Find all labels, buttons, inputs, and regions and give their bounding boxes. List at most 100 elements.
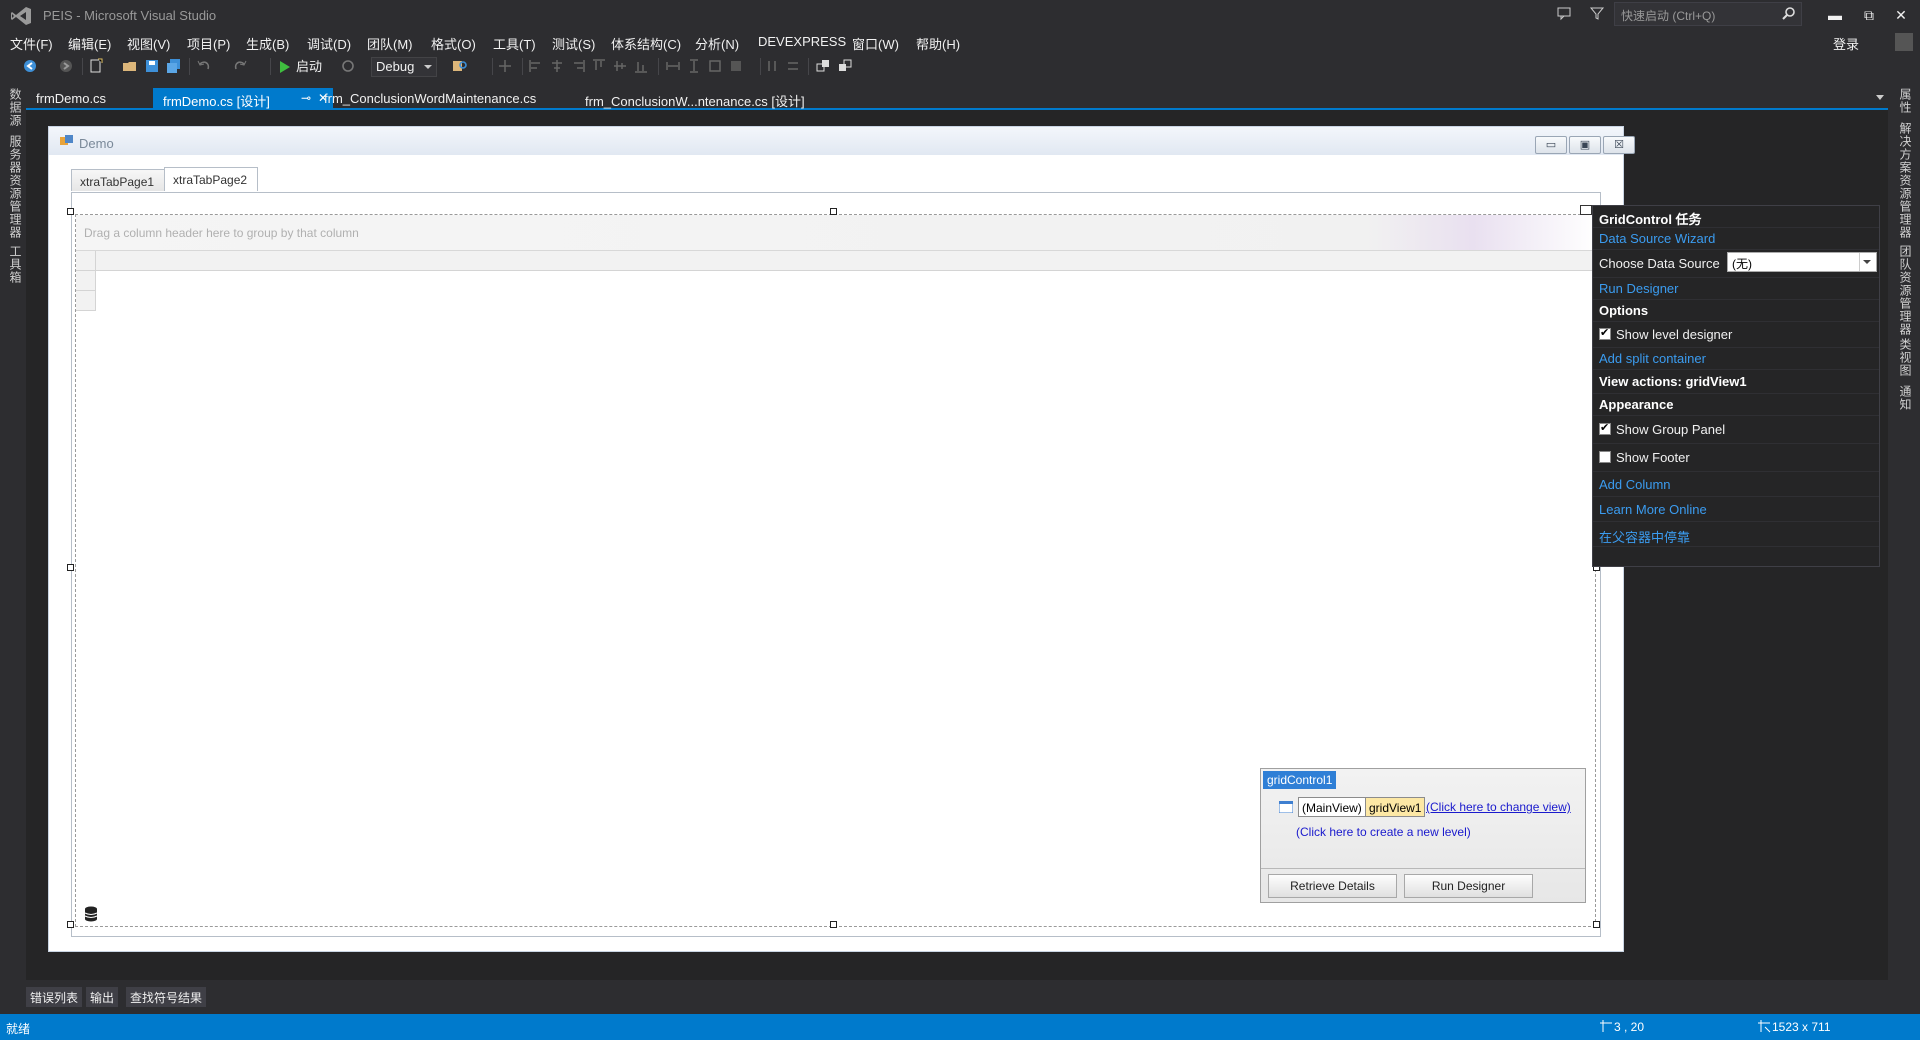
data-source-select[interactable]: (无) bbox=[1727, 252, 1877, 272]
tab-properties[interactable]: 属性 bbox=[1897, 88, 1914, 114]
menu-help[interactable]: 帮助(H) bbox=[916, 34, 960, 53]
menu-debug[interactable]: 调试(D) bbox=[307, 34, 351, 53]
filter-icon[interactable] bbox=[1589, 5, 1605, 21]
forward-icon[interactable] bbox=[58, 58, 74, 74]
form-maximize-button[interactable]: ▣ bbox=[1569, 136, 1601, 154]
align-rights-icon[interactable] bbox=[570, 58, 586, 74]
data-source-wizard-link[interactable]: Data Source Wizard bbox=[1593, 228, 1879, 250]
menu-devexpress[interactable]: DEVEXPRESS bbox=[758, 34, 846, 49]
smart-tag-glyph[interactable] bbox=[1580, 205, 1592, 215]
doc-tab-frmdemo-cs[interactable]: frmDemo.cs bbox=[26, 88, 116, 109]
show-group-panel-option[interactable]: Show Group Panel bbox=[1593, 416, 1879, 444]
doc-tab-frmdemo-designer[interactable]: frmDemo.cs [设计] ⊸ ✕ bbox=[153, 88, 333, 109]
form-minimize-button[interactable]: ▭ bbox=[1535, 136, 1567, 154]
pin-icon[interactable]: ⊸ bbox=[301, 91, 311, 105]
menu-edit[interactable]: 编辑(E) bbox=[68, 34, 111, 53]
new-project-icon[interactable] bbox=[88, 58, 104, 74]
menu-tools[interactable]: 工具(T) bbox=[493, 34, 536, 53]
align-middles-icon[interactable] bbox=[612, 58, 628, 74]
run-designer-button[interactable]: Run Designer bbox=[1404, 874, 1533, 898]
tab-overflow-chevron-icon[interactable] bbox=[1876, 95, 1884, 100]
menu-analyze[interactable]: 分析(N) bbox=[695, 34, 739, 53]
send-to-back-icon[interactable] bbox=[837, 58, 853, 74]
bring-to-front-icon[interactable] bbox=[815, 58, 831, 74]
resize-handle[interactable] bbox=[830, 921, 837, 928]
show-footer-option[interactable]: Show Footer bbox=[1593, 444, 1879, 472]
align-bottoms-icon[interactable] bbox=[633, 58, 649, 74]
align-lefts-icon[interactable] bbox=[528, 58, 544, 74]
search-icon[interactable] bbox=[1781, 6, 1797, 22]
doc-tab-conclusion-cs[interactable]: frm_ConclusionWordMaintenance.cs bbox=[314, 88, 546, 109]
show-group-panel-checkbox[interactable] bbox=[1599, 421, 1611, 435]
tab-error-list[interactable]: 错误列表 bbox=[26, 987, 83, 1007]
level-designer-title[interactable]: gridControl1 bbox=[1263, 771, 1337, 789]
tab-toolbox[interactable]: 工具箱 bbox=[7, 245, 24, 284]
make-same-height-icon[interactable] bbox=[686, 58, 702, 74]
learn-more-online-link[interactable]: Learn More Online bbox=[1593, 497, 1879, 522]
dock-in-parent-link[interactable]: 在父容器中停靠 bbox=[1593, 522, 1879, 547]
show-level-designer-option[interactable]: Show level designer bbox=[1593, 322, 1879, 348]
tab-server-explorer[interactable]: 服务器资源管理器 bbox=[7, 135, 24, 239]
menu-view[interactable]: 视图(V) bbox=[127, 34, 170, 53]
make-same-size-icon[interactable] bbox=[728, 58, 744, 74]
tab-notifications[interactable]: 通知 bbox=[1897, 385, 1914, 411]
resize-handle[interactable] bbox=[830, 208, 837, 215]
tab-find-symbol-results[interactable]: 查找符号结果 bbox=[126, 987, 207, 1007]
doc-tab-conclusion-designer[interactable]: frm_ConclusionW...ntenance.cs [设计] bbox=[575, 88, 815, 109]
vertical-spacing-icon[interactable] bbox=[785, 58, 801, 74]
change-view-link[interactable]: (Click here to change view) bbox=[1426, 800, 1571, 814]
find-in-files-icon[interactable] bbox=[452, 58, 468, 74]
create-level-link[interactable]: (Click here to create a new level) bbox=[1296, 825, 1471, 839]
horizontal-spacing-icon[interactable] bbox=[764, 58, 780, 74]
menu-team[interactable]: 团队(M) bbox=[367, 34, 413, 53]
run-designer-link[interactable]: Run Designer bbox=[1593, 278, 1879, 300]
solution-configuration-dropdown[interactable]: Debug bbox=[371, 57, 437, 77]
add-split-container-link[interactable]: Add split container bbox=[1593, 348, 1879, 370]
grid-view-chip[interactable]: gridView1 bbox=[1365, 797, 1426, 817]
show-level-designer-checkbox[interactable] bbox=[1599, 326, 1611, 340]
minimize-button[interactable]: ▬ bbox=[1822, 4, 1848, 26]
menu-project[interactable]: 项目(P) bbox=[187, 34, 230, 53]
open-file-icon[interactable] bbox=[122, 58, 138, 74]
align-centers-icon[interactable] bbox=[549, 58, 565, 74]
main-view-chip[interactable]: (MainView) bbox=[1298, 797, 1366, 817]
sign-in-link[interactable]: 登录 bbox=[1833, 34, 1859, 53]
align-tops-icon[interactable] bbox=[591, 58, 607, 74]
menu-file[interactable]: 文件(F) bbox=[10, 34, 53, 53]
close-button[interactable]: ✕ bbox=[1888, 4, 1914, 26]
user-avatar-icon[interactable] bbox=[1895, 33, 1913, 51]
menu-format[interactable]: 格式(O) bbox=[431, 34, 476, 53]
align-to-grid-icon[interactable] bbox=[497, 58, 513, 74]
undo-icon[interactable] bbox=[196, 58, 212, 74]
tab-team-explorer[interactable]: 团队资源管理器 bbox=[1897, 245, 1914, 336]
menu-architecture[interactable]: 体系结构(C) bbox=[611, 34, 681, 53]
column-header-row[interactable] bbox=[76, 251, 1595, 271]
resize-handle[interactable] bbox=[67, 208, 74, 215]
tab-class-view[interactable]: 类视图 bbox=[1897, 338, 1914, 377]
refresh-icon[interactable] bbox=[340, 58, 356, 74]
feedback-icon[interactable] bbox=[1556, 5, 1572, 21]
make-same-width-icon[interactable] bbox=[665, 58, 681, 74]
tab-output[interactable]: 输出 bbox=[86, 987, 119, 1007]
retrieve-details-button[interactable]: Retrieve Details bbox=[1268, 874, 1397, 898]
back-icon[interactable] bbox=[22, 58, 38, 74]
resize-handle[interactable] bbox=[1593, 921, 1600, 928]
tab-xtratabpage2[interactable]: xtraTabPage2 bbox=[164, 167, 258, 191]
tab-xtratabpage1[interactable]: xtraTabPage1 bbox=[71, 169, 165, 191]
menu-window[interactable]: 窗口(W) bbox=[852, 34, 899, 53]
add-column-link[interactable]: Add Column bbox=[1593, 472, 1879, 497]
row-indicator[interactable] bbox=[76, 291, 96, 311]
menu-test[interactable]: 测试(S) bbox=[552, 34, 595, 53]
save-icon[interactable] bbox=[144, 58, 160, 74]
tab-data-sources[interactable]: 数据源 bbox=[7, 88, 24, 127]
quick-launch-input[interactable]: 快速启动 (Ctrl+Q) bbox=[1614, 2, 1802, 26]
form-close-button[interactable]: ☒ bbox=[1603, 136, 1635, 154]
dropdown-button[interactable] bbox=[1859, 253, 1876, 271]
row-indicator[interactable] bbox=[76, 271, 96, 291]
start-debugging-button[interactable]: 启动 bbox=[278, 57, 322, 77]
size-to-grid-icon[interactable] bbox=[707, 58, 723, 74]
restore-button[interactable]: ⧉ bbox=[1856, 4, 1882, 26]
save-all-icon[interactable] bbox=[166, 58, 182, 74]
tab-solution-explorer[interactable]: 解决方案资源管理器 bbox=[1897, 122, 1914, 239]
redo-icon[interactable] bbox=[232, 58, 248, 74]
